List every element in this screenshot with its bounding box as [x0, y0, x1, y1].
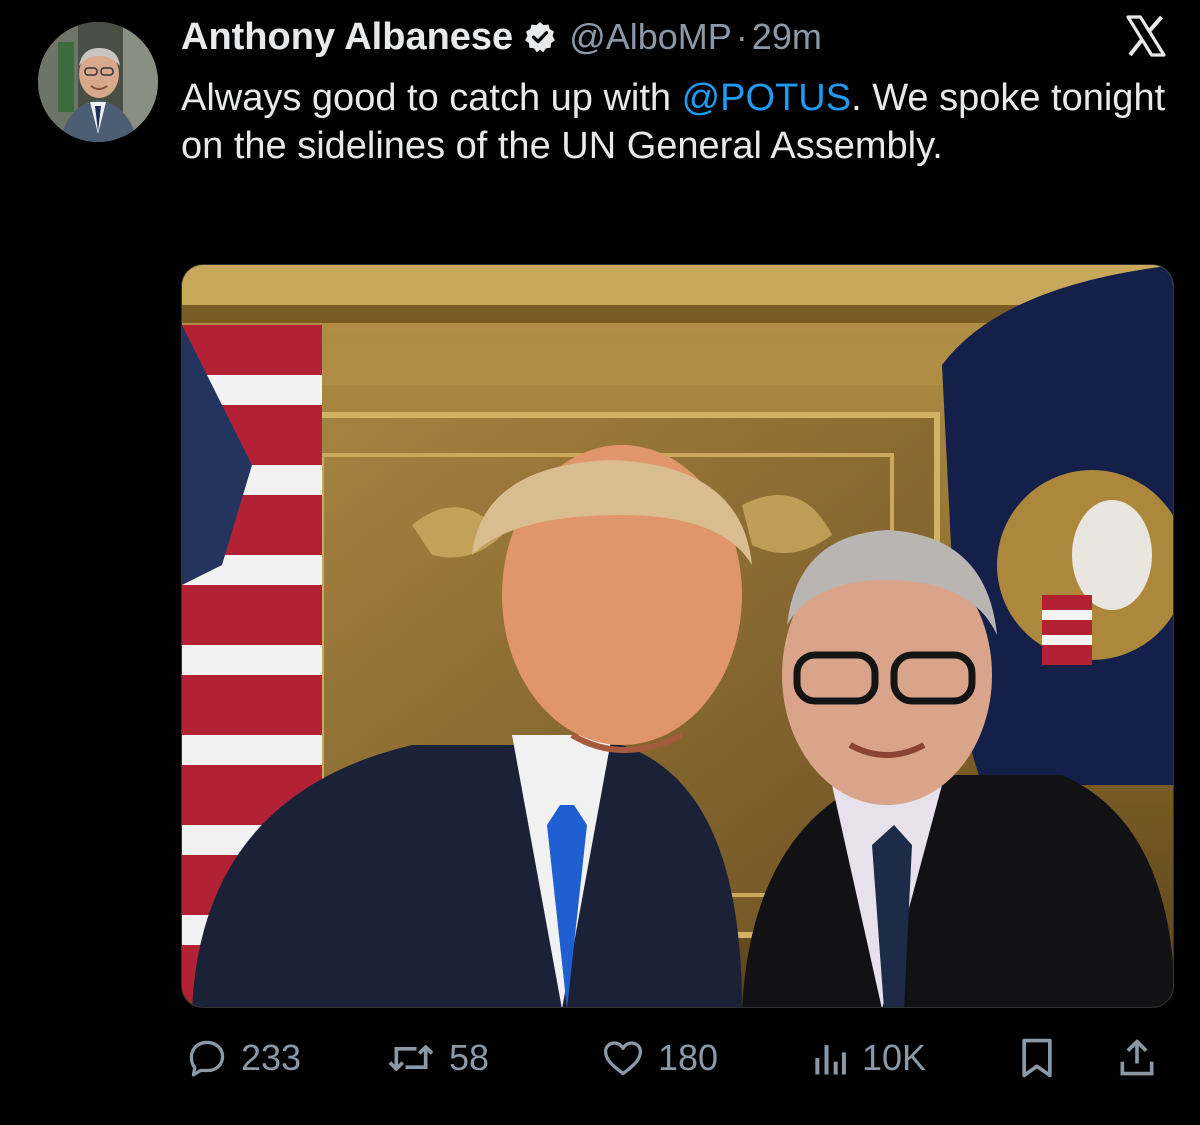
- retweet-icon: [388, 1045, 434, 1071]
- avatar-image: [38, 22, 158, 142]
- reply-button[interactable]: 233: [185, 1030, 301, 1086]
- separator-dot: ·: [735, 16, 748, 57]
- views-count: 10K: [862, 1037, 927, 1078]
- mention-link[interactable]: @POTUS: [682, 77, 851, 119]
- avatar[interactable]: [38, 22, 158, 142]
- verified-badge-icon: [523, 20, 557, 54]
- bookmark-icon: [1022, 1038, 1052, 1078]
- action-bar: 233 58 180 10K: [185, 1030, 1175, 1086]
- share-button[interactable]: [1115, 1030, 1159, 1086]
- like-button[interactable]: 180: [600, 1030, 718, 1086]
- tweet-text-start: Always good to catch up with: [181, 77, 682, 119]
- author-handle[interactable]: @AlboMP: [569, 16, 732, 58]
- tweet-photo[interactable]: [181, 264, 1174, 1008]
- retweet-count: 58: [449, 1037, 490, 1078]
- like-count: 180: [658, 1037, 719, 1078]
- tweet[interactable]: Anthony Albanese @AlboMP · 29m Always go…: [0, 0, 1200, 1125]
- share-icon: [1120, 1039, 1154, 1076]
- reply-count: 233: [241, 1037, 302, 1078]
- photo-image: [182, 265, 1173, 1007]
- reply-icon: [189, 1040, 225, 1077]
- bookmark-button[interactable]: [1017, 1030, 1057, 1086]
- retweet-button[interactable]: 58: [385, 1030, 489, 1086]
- x-logo-icon[interactable]: [1122, 12, 1170, 60]
- views-button[interactable]: 10K: [810, 1030, 926, 1086]
- views-chart-icon: [815, 1045, 846, 1075]
- author-name[interactable]: Anthony Albanese: [181, 16, 513, 59]
- timestamp[interactable]: 29m: [752, 16, 822, 58]
- heart-icon: [603, 1041, 643, 1076]
- tweet-header: Anthony Albanese @AlboMP · 29m: [181, 12, 822, 62]
- tweet-text: Always good to catch up with @POTUS. We …: [181, 74, 1171, 170]
